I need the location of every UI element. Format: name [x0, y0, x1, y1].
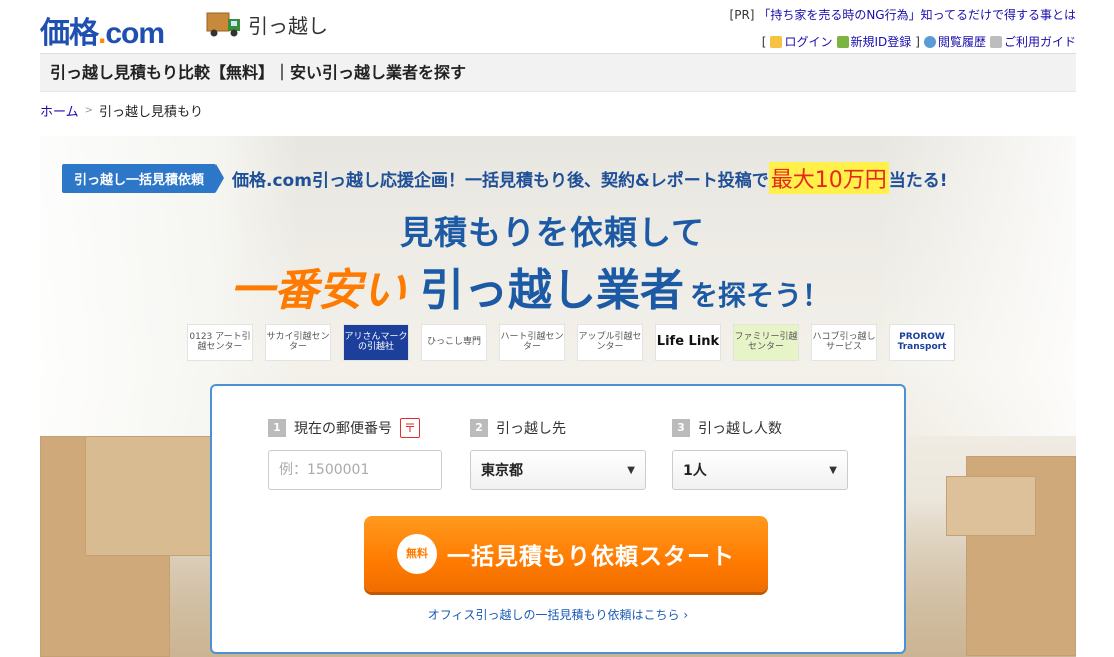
- title-bar: 引っ越し見積もり比較【無料】｜安い引っ越し業者を探す: [40, 53, 1076, 92]
- site-header: 価格.com 引っ越し [PR] 「持ち家を売る時のNG行為」知ってるだけで得す…: [40, 0, 1076, 52]
- hero-section: 引っ越し一括見積依頼 価格.com引っ越し応援企画！一括見積もり後、契約&レポー…: [40, 136, 1076, 657]
- postal-label: 現在の郵便番号: [294, 421, 392, 437]
- pr-label: [PR]: [729, 8, 755, 22]
- headline-find: を探そう！: [690, 279, 831, 312]
- breadcrumb: ホーム > 引っ越し見積もり: [40, 101, 203, 120]
- guide-label: ご利用ガイド: [1003, 35, 1076, 49]
- history-link[interactable]: 閲覧履歴: [923, 33, 986, 50]
- service-name: 引っ越し: [248, 14, 328, 38]
- user-add-icon: [836, 35, 849, 48]
- quote-form: 1 現在の郵便番号 〒 2 引っ越し先 東京都 ▼ 3 引っ越し人数 1人: [210, 384, 906, 654]
- partner-logo: PROROW Transport: [889, 324, 955, 361]
- headline-cheapest: 一番安い: [230, 265, 406, 316]
- campaign-tail: 当たる!: [888, 170, 948, 191]
- cardboard-box-image: [946, 476, 1036, 536]
- destination-field: 2 引っ越し先 東京都 ▼: [470, 416, 646, 490]
- register-label: 新規ID登録: [850, 35, 912, 49]
- campaign-text: 価格.com引っ越し応援企画！一括見積もり後、契約&レポート投稿で: [232, 170, 769, 191]
- headline-secondary: 一番安い 引っ越し業者 を探そう！: [230, 254, 830, 318]
- partner-logo: アップル引越センター: [577, 324, 643, 361]
- partner-logo: ひっこし専門: [421, 324, 487, 361]
- user-links: [ ログイン 新規ID登録 ] 閲覧履歴 ご利用ガイド: [762, 33, 1076, 50]
- history-label: 閲覧履歴: [937, 35, 986, 49]
- chevron-right-icon: >: [84, 105, 94, 116]
- office-link-row: オフィス引っ越しの一括見積もり依頼はこちら ›: [212, 606, 904, 623]
- campaign-highlight: 最大10万円: [768, 162, 889, 194]
- office-moving-link[interactable]: オフィス引っ越しの一括見積もり依頼はこちら ›: [428, 608, 688, 622]
- register-link[interactable]: 新規ID登録: [836, 33, 912, 50]
- destination-label-row: 2 引っ越し先: [470, 416, 646, 440]
- logo-main: 価格: [40, 17, 99, 50]
- bracket-open: [: [761, 34, 767, 49]
- key-icon: [770, 35, 783, 48]
- partner-logo: ファミリー引越センター: [733, 324, 799, 361]
- guide-link[interactable]: ご利用ガイド: [989, 33, 1076, 50]
- guide-icon: [989, 35, 1002, 48]
- partner-logo: ハート引越センター: [499, 324, 565, 361]
- partner-logo: 0123 アート引越センター: [187, 324, 253, 361]
- logo-com: com: [105, 17, 165, 50]
- start-quote-label: 一括見積もり依頼スタート: [447, 544, 735, 570]
- login-link[interactable]: ログイン: [770, 33, 833, 50]
- page-title: 引っ越し見積もり比較【無料】｜安い引っ越し業者を探す: [50, 63, 467, 82]
- pr-link[interactable]: [PR] 「持ち家を売る時のNG行為」知ってるだけで得する事とは: [730, 6, 1076, 23]
- partner-logo: サカイ引越センター: [265, 324, 331, 361]
- campaign-banner: 引っ越し一括見積依頼 価格.com引っ越し応援企画！一括見積もり後、契約&レポー…: [62, 162, 948, 194]
- postal-field: 1 現在の郵便番号 〒: [268, 416, 442, 490]
- destination-label: 引っ越し先: [496, 421, 566, 437]
- headline-movers: 引っ越し業者: [420, 265, 684, 316]
- postal-label-row: 1 現在の郵便番号 〒: [268, 416, 442, 440]
- clock-icon: [923, 35, 936, 48]
- destination-value: 東京都: [481, 463, 523, 479]
- login-label: ログイン: [784, 35, 833, 49]
- truck-icon: [206, 12, 240, 37]
- start-quote-button[interactable]: 無料 一括見積もり依頼スタート: [364, 516, 768, 592]
- caret-down-icon: ▼: [829, 464, 837, 476]
- partner-logo: ハコブ引っ越しサービス: [811, 324, 877, 361]
- headline-primary: 見積もりを依頼して: [400, 213, 706, 252]
- people-select[interactable]: 1人 ▼: [672, 450, 848, 490]
- step-number: 2: [470, 419, 488, 437]
- cardboard-box-image: [85, 436, 225, 556]
- bracket-close: ]: [915, 34, 920, 49]
- step-number: 1: [268, 419, 286, 437]
- caret-down-icon: ▼: [627, 464, 635, 476]
- breadcrumb-home[interactable]: ホーム: [40, 101, 79, 120]
- partner-logo: アリさんマークの引越社: [343, 324, 409, 361]
- bulk-quote-tag: 引っ越し一括見積依頼: [62, 163, 225, 193]
- people-field: 3 引っ越し人数 1人 ▼: [672, 416, 848, 490]
- people-value: 1人: [683, 463, 707, 479]
- destination-select[interactable]: 東京都 ▼: [470, 450, 646, 490]
- breadcrumb-current: 引っ越し見積もり: [99, 105, 204, 120]
- site-logo[interactable]: 価格.com: [40, 8, 165, 52]
- partner-logo: Life Link: [655, 324, 721, 361]
- free-badge: 無料: [397, 534, 437, 574]
- postal-code-input[interactable]: [268, 450, 442, 490]
- people-label: 引っ越し人数: [698, 421, 782, 437]
- pr-text[interactable]: 「持ち家を売る時のNG行為」知ってるだけで得する事とは: [758, 8, 1076, 22]
- postal-mark-icon: 〒: [400, 418, 420, 438]
- people-label-row: 3 引っ越し人数: [672, 416, 848, 440]
- step-number: 3: [672, 419, 690, 437]
- partner-logos: 0123 アート引越センター サカイ引越センター アリさんマークの引越社 ひっこ…: [187, 324, 955, 361]
